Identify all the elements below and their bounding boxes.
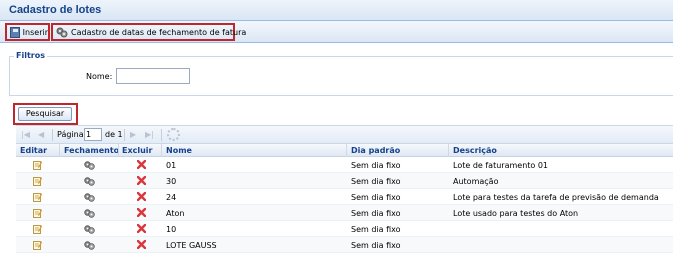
edit-icon[interactable] bbox=[33, 208, 42, 218]
lotes-grid: Editar Fechamento Excluir Nome Dia padrã… bbox=[16, 144, 673, 253]
page-number-input[interactable]: 1 bbox=[84, 128, 102, 141]
column-separator bbox=[448, 144, 449, 157]
refresh-icon[interactable] bbox=[167, 128, 180, 141]
cell-descricao: Lote usado para testes do Aton bbox=[453, 209, 579, 218]
grid-body: 01 Sem dia fixo Lote de faturamento 01 3… bbox=[16, 157, 673, 253]
gears-icon[interactable] bbox=[84, 193, 95, 202]
last-page-icon[interactable]: ▶| bbox=[145, 130, 154, 139]
cell-nome: LOTE GAUSS bbox=[166, 241, 217, 250]
cell-descricao: Lote de faturamento 01 bbox=[453, 161, 549, 170]
cell-dia-padrao: Sem dia fixo bbox=[351, 177, 401, 186]
first-page-icon[interactable]: |◀ bbox=[21, 130, 30, 139]
column-header-editar[interactable]: Editar bbox=[20, 146, 47, 155]
edit-icon[interactable] bbox=[33, 160, 42, 170]
column-header-nome[interactable]: Nome bbox=[166, 146, 192, 155]
table-row[interactable]: 24 Sem dia fixo Lote para testes da tare… bbox=[16, 189, 673, 205]
delete-x-icon[interactable] bbox=[137, 224, 146, 233]
cell-descricao: Lote para testes da tarefa de previsão d… bbox=[453, 193, 659, 202]
delete-x-icon[interactable] bbox=[137, 160, 146, 169]
column-separator bbox=[59, 144, 60, 157]
toolbar: Inserir Cadastro de datas de fechamento … bbox=[0, 21, 673, 43]
column-separator bbox=[161, 144, 162, 157]
window-title-bar: Cadastro de lotes bbox=[0, 0, 673, 21]
cell-nome: Aton bbox=[166, 209, 185, 218]
insert-button[interactable]: Inserir bbox=[5, 23, 50, 41]
gears-icon[interactable] bbox=[84, 225, 95, 234]
cell-dia-padrao: Sem dia fixo bbox=[351, 209, 401, 218]
table-row[interactable]: 30 Sem dia fixo Automação bbox=[16, 173, 673, 189]
nome-field[interactable] bbox=[116, 68, 190, 84]
pagination-toolbar: |◀ ◀ Página 1 de 1 ▶ ▶| bbox=[16, 125, 673, 144]
filters-legend: Filtros bbox=[14, 51, 47, 60]
pager-separator bbox=[161, 129, 162, 141]
next-page-icon[interactable]: ▶ bbox=[130, 130, 136, 139]
column-separator bbox=[118, 144, 119, 157]
prev-page-icon[interactable]: ◀ bbox=[38, 130, 44, 139]
gears-icon[interactable] bbox=[84, 177, 95, 186]
edit-icon[interactable] bbox=[33, 240, 42, 250]
column-header-descricao[interactable]: Descrição bbox=[453, 146, 497, 155]
edit-icon[interactable] bbox=[33, 224, 42, 234]
gears-icon bbox=[56, 27, 68, 38]
delete-x-icon[interactable] bbox=[137, 240, 146, 249]
window-title: Cadastro de lotes bbox=[9, 4, 102, 16]
page-count-label: de 1 bbox=[105, 130, 123, 139]
cell-dia-padrao: Sem dia fixo bbox=[351, 161, 401, 170]
cell-nome: 10 bbox=[166, 225, 177, 234]
column-header-dia-padrao[interactable]: Dia padrão bbox=[351, 146, 400, 155]
pager-separator bbox=[124, 129, 125, 141]
edit-icon[interactable] bbox=[33, 192, 42, 202]
table-row[interactable]: Aton Sem dia fixo Lote usado para testes… bbox=[16, 205, 673, 221]
pager-separator bbox=[52, 129, 53, 141]
fechamento-dates-button-label: Cadastro de datas de fechamento de fatur… bbox=[71, 27, 247, 37]
table-row[interactable]: 10 Sem dia fixo bbox=[16, 221, 673, 237]
delete-x-icon[interactable] bbox=[137, 192, 146, 201]
cell-dia-padrao: Sem dia fixo bbox=[351, 225, 401, 234]
search-button-highlight: Pesquisar bbox=[13, 103, 78, 125]
page-label: Página bbox=[57, 130, 84, 139]
cell-nome: 01 bbox=[166, 161, 177, 170]
search-button[interactable]: Pesquisar bbox=[18, 107, 72, 121]
cell-nome: 24 bbox=[166, 193, 177, 202]
column-header-excluir[interactable]: Excluir bbox=[122, 146, 153, 155]
save-icon bbox=[10, 26, 20, 38]
delete-x-icon[interactable] bbox=[137, 208, 146, 217]
table-row[interactable]: 01 Sem dia fixo Lote de faturamento 01 bbox=[16, 157, 673, 173]
edit-icon[interactable] bbox=[33, 176, 42, 186]
insert-button-label: Inserir bbox=[22, 27, 48, 37]
fechamento-dates-button[interactable]: Cadastro de datas de fechamento de fatur… bbox=[51, 23, 246, 41]
cell-dia-padrao: Sem dia fixo bbox=[351, 241, 401, 250]
gears-icon[interactable] bbox=[84, 209, 95, 218]
gears-icon[interactable] bbox=[84, 241, 95, 250]
gears-icon[interactable] bbox=[84, 161, 95, 170]
cell-descricao: Automação bbox=[453, 177, 499, 186]
table-row[interactable]: LOTE GAUSS Sem dia fixo bbox=[16, 237, 673, 253]
grid-header: Editar Fechamento Excluir Nome Dia padrã… bbox=[16, 144, 673, 157]
delete-x-icon[interactable] bbox=[137, 176, 146, 185]
column-header-fechamento[interactable]: Fechamento bbox=[64, 146, 119, 155]
column-separator bbox=[346, 144, 347, 157]
cell-nome: 30 bbox=[166, 177, 177, 186]
cell-dia-padrao: Sem dia fixo bbox=[351, 193, 401, 202]
nome-field-label: Nome: bbox=[86, 72, 113, 81]
